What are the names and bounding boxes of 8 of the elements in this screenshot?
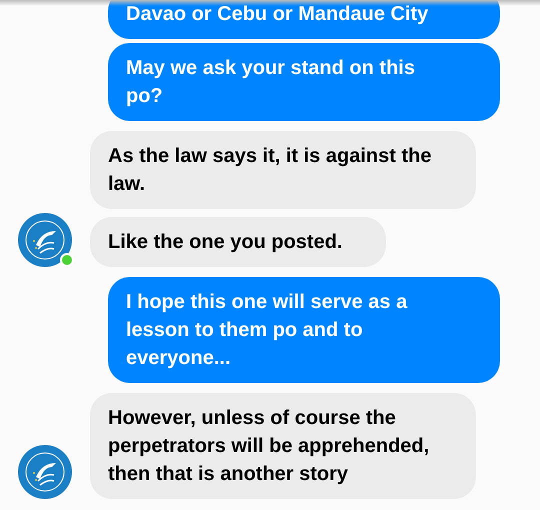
sent-message: Davao or Cebu or Mandaue City	[108, 0, 500, 39]
sent-message: I hope this one will serve as a lesson to them po and to everyone...	[108, 277, 500, 383]
seal-logo	[18, 213, 72, 267]
received-message: As the law says it, it is against the law.	[90, 131, 476, 209]
sent-message: May we ask your stand on this po?	[108, 43, 500, 121]
received-message: However, unless of course the perpetrators will be apprehended, then that is another story	[90, 393, 476, 499]
received-message: Like the one you posted.	[90, 217, 386, 267]
seal-logo	[18, 445, 72, 499]
